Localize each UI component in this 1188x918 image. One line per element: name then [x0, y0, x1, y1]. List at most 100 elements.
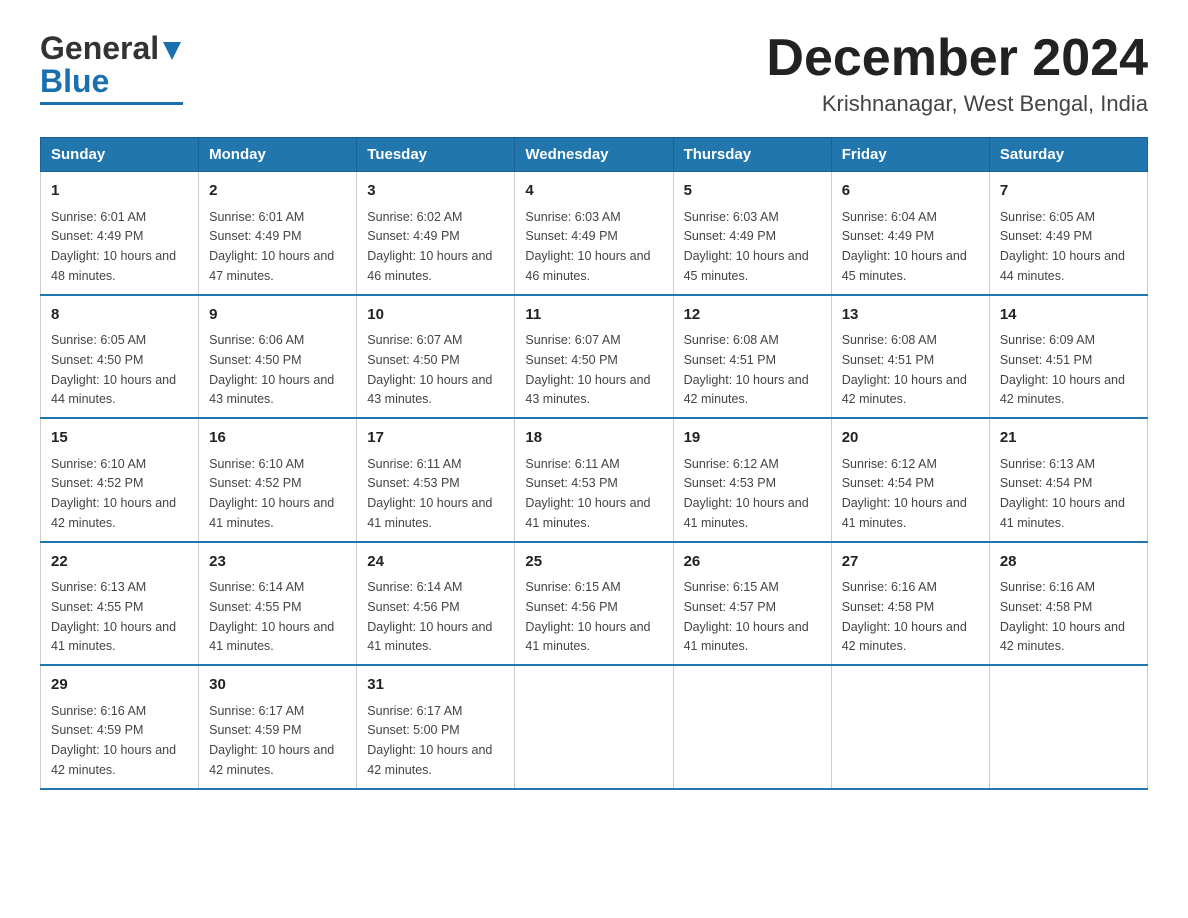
day-info: Sunrise: 6:16 AMSunset: 4:58 PMDaylight:… [1000, 580, 1125, 653]
calendar-header-row: Sunday Monday Tuesday Wednesday Thursday… [41, 138, 1148, 172]
col-thursday: Thursday [673, 138, 831, 172]
day-number: 12 [684, 304, 821, 327]
table-row: 31 Sunrise: 6:17 AMSunset: 5:00 PMDaylig… [357, 665, 515, 789]
table-row: 26 Sunrise: 6:15 AMSunset: 4:57 PMDaylig… [673, 542, 831, 666]
location-title: Krishnanagar, West Bengal, India [766, 91, 1148, 117]
day-info: Sunrise: 6:05 AMSunset: 4:50 PMDaylight:… [51, 333, 176, 406]
day-number: 13 [842, 304, 979, 327]
day-number: 8 [51, 304, 188, 327]
table-row: 7 Sunrise: 6:05 AMSunset: 4:49 PMDayligh… [989, 172, 1147, 295]
calendar-week-row: 8 Sunrise: 6:05 AMSunset: 4:50 PMDayligh… [41, 295, 1148, 419]
day-info: Sunrise: 6:10 AMSunset: 4:52 PMDaylight:… [209, 457, 334, 530]
day-info: Sunrise: 6:05 AMSunset: 4:49 PMDaylight:… [1000, 210, 1125, 283]
day-number: 26 [684, 551, 821, 574]
table-row: 9 Sunrise: 6:06 AMSunset: 4:50 PMDayligh… [199, 295, 357, 419]
table-row: 30 Sunrise: 6:17 AMSunset: 4:59 PMDaylig… [199, 665, 357, 789]
day-info: Sunrise: 6:16 AMSunset: 4:58 PMDaylight:… [842, 580, 967, 653]
table-row: 2 Sunrise: 6:01 AMSunset: 4:49 PMDayligh… [199, 172, 357, 295]
day-info: Sunrise: 6:01 AMSunset: 4:49 PMDaylight:… [51, 210, 176, 283]
day-number: 1 [51, 180, 188, 203]
table-row: 8 Sunrise: 6:05 AMSunset: 4:50 PMDayligh… [41, 295, 199, 419]
table-row [515, 665, 673, 789]
col-tuesday: Tuesday [357, 138, 515, 172]
table-row [989, 665, 1147, 789]
day-number: 4 [525, 180, 662, 203]
table-row: 3 Sunrise: 6:02 AMSunset: 4:49 PMDayligh… [357, 172, 515, 295]
day-info: Sunrise: 6:01 AMSunset: 4:49 PMDaylight:… [209, 210, 334, 283]
table-row: 29 Sunrise: 6:16 AMSunset: 4:59 PMDaylig… [41, 665, 199, 789]
day-info: Sunrise: 6:12 AMSunset: 4:54 PMDaylight:… [842, 457, 967, 530]
day-number: 17 [367, 427, 504, 450]
logo-triangle-icon [161, 40, 183, 62]
day-info: Sunrise: 6:04 AMSunset: 4:49 PMDaylight:… [842, 210, 967, 283]
day-info: Sunrise: 6:17 AMSunset: 5:00 PMDaylight:… [367, 704, 492, 777]
table-row: 21 Sunrise: 6:13 AMSunset: 4:54 PMDaylig… [989, 418, 1147, 542]
table-row: 18 Sunrise: 6:11 AMSunset: 4:53 PMDaylig… [515, 418, 673, 542]
day-number: 21 [1000, 427, 1137, 450]
table-row: 14 Sunrise: 6:09 AMSunset: 4:51 PMDaylig… [989, 295, 1147, 419]
table-row: 23 Sunrise: 6:14 AMSunset: 4:55 PMDaylig… [199, 542, 357, 666]
day-number: 11 [525, 304, 662, 327]
table-row: 20 Sunrise: 6:12 AMSunset: 4:54 PMDaylig… [831, 418, 989, 542]
day-number: 14 [1000, 304, 1137, 327]
day-info: Sunrise: 6:13 AMSunset: 4:54 PMDaylight:… [1000, 457, 1125, 530]
day-number: 30 [209, 674, 346, 697]
table-row: 4 Sunrise: 6:03 AMSunset: 4:49 PMDayligh… [515, 172, 673, 295]
day-info: Sunrise: 6:03 AMSunset: 4:49 PMDaylight:… [525, 210, 650, 283]
col-friday: Friday [831, 138, 989, 172]
table-row: 25 Sunrise: 6:15 AMSunset: 4:56 PMDaylig… [515, 542, 673, 666]
logo-underline [40, 102, 183, 105]
day-number: 27 [842, 551, 979, 574]
day-number: 3 [367, 180, 504, 203]
table-row: 24 Sunrise: 6:14 AMSunset: 4:56 PMDaylig… [357, 542, 515, 666]
day-info: Sunrise: 6:03 AMSunset: 4:49 PMDaylight:… [684, 210, 809, 283]
day-info: Sunrise: 6:14 AMSunset: 4:56 PMDaylight:… [367, 580, 492, 653]
day-info: Sunrise: 6:15 AMSunset: 4:57 PMDaylight:… [684, 580, 809, 653]
table-row: 28 Sunrise: 6:16 AMSunset: 4:58 PMDaylig… [989, 542, 1147, 666]
table-row: 22 Sunrise: 6:13 AMSunset: 4:55 PMDaylig… [41, 542, 199, 666]
day-number: 7 [1000, 180, 1137, 203]
day-info: Sunrise: 6:09 AMSunset: 4:51 PMDaylight:… [1000, 333, 1125, 406]
page-header: General Blue December 2024 Krishnanagar,… [40, 30, 1148, 117]
day-info: Sunrise: 6:14 AMSunset: 4:55 PMDaylight:… [209, 580, 334, 653]
day-number: 25 [525, 551, 662, 574]
table-row: 13 Sunrise: 6:08 AMSunset: 4:51 PMDaylig… [831, 295, 989, 419]
day-number: 29 [51, 674, 188, 697]
calendar-week-row: 29 Sunrise: 6:16 AMSunset: 4:59 PMDaylig… [41, 665, 1148, 789]
day-number: 15 [51, 427, 188, 450]
table-row: 10 Sunrise: 6:07 AMSunset: 4:50 PMDaylig… [357, 295, 515, 419]
calendar-week-row: 15 Sunrise: 6:10 AMSunset: 4:52 PMDaylig… [41, 418, 1148, 542]
day-number: 31 [367, 674, 504, 697]
day-info: Sunrise: 6:11 AMSunset: 4:53 PMDaylight:… [525, 457, 650, 530]
day-number: 20 [842, 427, 979, 450]
table-row: 16 Sunrise: 6:10 AMSunset: 4:52 PMDaylig… [199, 418, 357, 542]
day-info: Sunrise: 6:07 AMSunset: 4:50 PMDaylight:… [367, 333, 492, 406]
day-info: Sunrise: 6:06 AMSunset: 4:50 PMDaylight:… [209, 333, 334, 406]
day-info: Sunrise: 6:16 AMSunset: 4:59 PMDaylight:… [51, 704, 176, 777]
table-row: 1 Sunrise: 6:01 AMSunset: 4:49 PMDayligh… [41, 172, 199, 295]
table-row: 17 Sunrise: 6:11 AMSunset: 4:53 PMDaylig… [357, 418, 515, 542]
day-info: Sunrise: 6:07 AMSunset: 4:50 PMDaylight:… [525, 333, 650, 406]
logo-blue-text: Blue [40, 63, 109, 100]
day-info: Sunrise: 6:08 AMSunset: 4:51 PMDaylight:… [684, 333, 809, 406]
table-row: 19 Sunrise: 6:12 AMSunset: 4:53 PMDaylig… [673, 418, 831, 542]
day-info: Sunrise: 6:08 AMSunset: 4:51 PMDaylight:… [842, 333, 967, 406]
day-number: 24 [367, 551, 504, 574]
table-row: 27 Sunrise: 6:16 AMSunset: 4:58 PMDaylig… [831, 542, 989, 666]
calendar-week-row: 22 Sunrise: 6:13 AMSunset: 4:55 PMDaylig… [41, 542, 1148, 666]
day-number: 28 [1000, 551, 1137, 574]
day-number: 5 [684, 180, 821, 203]
day-info: Sunrise: 6:15 AMSunset: 4:56 PMDaylight:… [525, 580, 650, 653]
calendar-table: Sunday Monday Tuesday Wednesday Thursday… [40, 137, 1148, 790]
table-row: 6 Sunrise: 6:04 AMSunset: 4:49 PMDayligh… [831, 172, 989, 295]
day-info: Sunrise: 6:11 AMSunset: 4:53 PMDaylight:… [367, 457, 492, 530]
title-block: December 2024 Krishnanagar, West Bengal,… [766, 30, 1148, 117]
table-row: 5 Sunrise: 6:03 AMSunset: 4:49 PMDayligh… [673, 172, 831, 295]
col-wednesday: Wednesday [515, 138, 673, 172]
calendar-week-row: 1 Sunrise: 6:01 AMSunset: 4:49 PMDayligh… [41, 172, 1148, 295]
day-number: 22 [51, 551, 188, 574]
day-number: 23 [209, 551, 346, 574]
day-info: Sunrise: 6:12 AMSunset: 4:53 PMDaylight:… [684, 457, 809, 530]
table-row: 15 Sunrise: 6:10 AMSunset: 4:52 PMDaylig… [41, 418, 199, 542]
col-saturday: Saturday [989, 138, 1147, 172]
